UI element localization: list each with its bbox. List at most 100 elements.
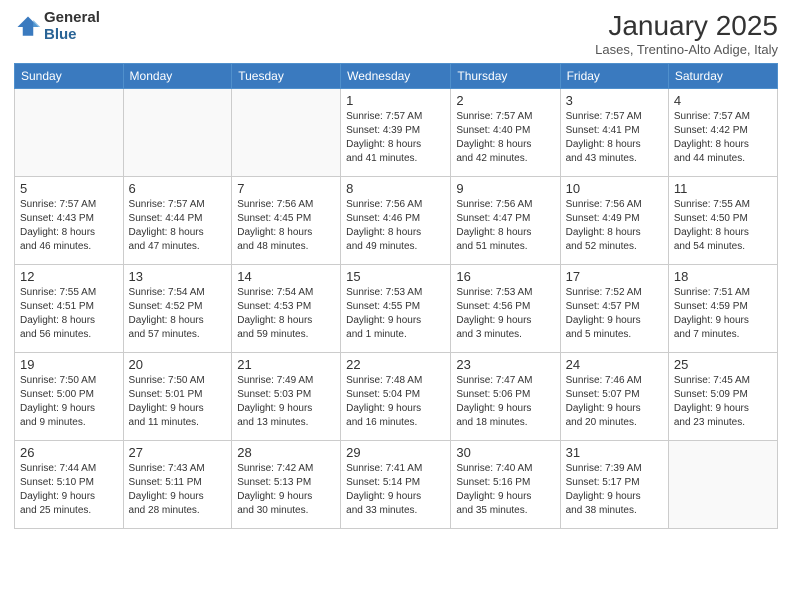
calendar-cell: 15 Sunrise: 7:53 AM Sunset: 4:55 PM Dayli…	[341, 265, 451, 353]
day-detail: Sunrise: 7:55 AM Sunset: 4:50 PM Dayligh…	[674, 198, 772, 254]
calendar-cell: 18 Sunrise: 7:51 AM Sunset: 4:59 PM Dayli…	[668, 265, 777, 353]
day-number: 2	[456, 93, 554, 108]
calendar-cell	[123, 89, 232, 177]
logo-icon	[14, 13, 42, 41]
day-number: 21	[237, 357, 335, 372]
day-number: 25	[674, 357, 772, 372]
calendar-cell: 12 Sunrise: 7:55 AM Sunset: 4:51 PM Dayli…	[15, 265, 124, 353]
weekday-header-friday: Friday	[560, 64, 668, 89]
day-number: 29	[346, 445, 445, 460]
calendar-cell: 3 Sunrise: 7:57 AM Sunset: 4:41 PM Daylig…	[560, 89, 668, 177]
day-detail: Sunrise: 7:56 AM Sunset: 4:47 PM Dayligh…	[456, 198, 554, 254]
day-number: 30	[456, 445, 554, 460]
day-number: 27	[129, 445, 227, 460]
weekday-header-sunday: Sunday	[15, 64, 124, 89]
day-number: 6	[129, 181, 227, 196]
weekday-header-tuesday: Tuesday	[232, 64, 341, 89]
calendar-cell: 11 Sunrise: 7:55 AM Sunset: 4:50 PM Dayli…	[668, 177, 777, 265]
day-detail: Sunrise: 7:50 AM Sunset: 5:01 PM Dayligh…	[129, 374, 227, 430]
day-detail: Sunrise: 7:49 AM Sunset: 5:03 PM Dayligh…	[237, 374, 335, 430]
day-detail: Sunrise: 7:53 AM Sunset: 4:56 PM Dayligh…	[456, 286, 554, 342]
calendar-cell: 26 Sunrise: 7:44 AM Sunset: 5:10 PM Dayli…	[15, 441, 124, 529]
logo-text: General Blue	[44, 10, 100, 43]
day-detail: Sunrise: 7:52 AM Sunset: 4:57 PM Dayligh…	[566, 286, 663, 342]
day-number: 15	[346, 269, 445, 284]
day-detail: Sunrise: 7:57 AM Sunset: 4:40 PM Dayligh…	[456, 110, 554, 166]
day-number: 16	[456, 269, 554, 284]
weekday-header-wednesday: Wednesday	[341, 64, 451, 89]
day-detail: Sunrise: 7:55 AM Sunset: 4:51 PM Dayligh…	[20, 286, 118, 342]
day-number: 10	[566, 181, 663, 196]
day-detail: Sunrise: 7:44 AM Sunset: 5:10 PM Dayligh…	[20, 462, 118, 518]
calendar-cell: 16 Sunrise: 7:53 AM Sunset: 4:56 PM Dayli…	[451, 265, 560, 353]
day-number: 24	[566, 357, 663, 372]
calendar-cell: 1Sunrise: 7:57 AM Sunset: 4:39 PM Daylig…	[341, 89, 451, 177]
day-number: 5	[20, 181, 118, 196]
day-detail: Sunrise: 7:43 AM Sunset: 5:11 PM Dayligh…	[129, 462, 227, 518]
day-number: 20	[129, 357, 227, 372]
calendar-cell: 28 Sunrise: 7:42 AM Sunset: 5:13 PM Dayli…	[232, 441, 341, 529]
day-number: 26	[20, 445, 118, 460]
logo-general-label: General	[44, 10, 100, 27]
day-detail: Sunrise: 7:45 AM Sunset: 5:09 PM Dayligh…	[674, 374, 772, 430]
calendar-cell: 9 Sunrise: 7:56 AM Sunset: 4:47 PM Daylig…	[451, 177, 560, 265]
day-detail: Sunrise: 7:57 AM Sunset: 4:42 PM Dayligh…	[674, 110, 772, 166]
day-number: 19	[20, 357, 118, 372]
logo-blue-label: Blue	[44, 27, 100, 44]
day-number: 17	[566, 269, 663, 284]
day-detail: Sunrise: 7:56 AM Sunset: 4:45 PM Dayligh…	[237, 198, 335, 254]
day-detail: Sunrise: 7:47 AM Sunset: 5:06 PM Dayligh…	[456, 374, 554, 430]
calendar-cell: 21 Sunrise: 7:49 AM Sunset: 5:03 PM Dayli…	[232, 353, 341, 441]
calendar-cell: 10 Sunrise: 7:56 AM Sunset: 4:49 PM Dayli…	[560, 177, 668, 265]
week-row-2: 5 Sunrise: 7:57 AM Sunset: 4:43 PM Daylig…	[15, 177, 778, 265]
day-number: 18	[674, 269, 772, 284]
month-title: January 2025	[595, 10, 778, 42]
day-number: 22	[346, 357, 445, 372]
weekday-header-saturday: Saturday	[668, 64, 777, 89]
calendar-cell: 4Sunrise: 7:57 AM Sunset: 4:42 PM Daylig…	[668, 89, 777, 177]
day-number: 3	[566, 93, 663, 108]
calendar-cell: 23 Sunrise: 7:47 AM Sunset: 5:06 PM Dayli…	[451, 353, 560, 441]
week-row-3: 12 Sunrise: 7:55 AM Sunset: 4:51 PM Dayli…	[15, 265, 778, 353]
day-number: 11	[674, 181, 772, 196]
weekday-header-monday: Monday	[123, 64, 232, 89]
day-number: 31	[566, 445, 663, 460]
calendar-cell: 20 Sunrise: 7:50 AM Sunset: 5:01 PM Dayli…	[123, 353, 232, 441]
page: General Blue January 2025 Lases, Trentin…	[0, 0, 792, 543]
calendar-cell: 19 Sunrise: 7:50 AM Sunset: 5:00 PM Dayli…	[15, 353, 124, 441]
week-row-5: 26 Sunrise: 7:44 AM Sunset: 5:10 PM Dayli…	[15, 441, 778, 529]
calendar-cell: 25 Sunrise: 7:45 AM Sunset: 5:09 PM Dayli…	[668, 353, 777, 441]
day-number: 23	[456, 357, 554, 372]
day-detail: Sunrise: 7:51 AM Sunset: 4:59 PM Dayligh…	[674, 286, 772, 342]
day-detail: Sunrise: 7:42 AM Sunset: 5:13 PM Dayligh…	[237, 462, 335, 518]
calendar-cell: 24 Sunrise: 7:46 AM Sunset: 5:07 PM Dayli…	[560, 353, 668, 441]
day-detail: Sunrise: 7:57 AM Sunset: 4:43 PM Dayligh…	[20, 198, 118, 254]
calendar-cell: 6Sunrise: 7:57 AM Sunset: 4:44 PM Daylig…	[123, 177, 232, 265]
calendar-cell: 8 Sunrise: 7:56 AM Sunset: 4:46 PM Daylig…	[341, 177, 451, 265]
day-number: 13	[129, 269, 227, 284]
day-number: 12	[20, 269, 118, 284]
calendar-table: SundayMondayTuesdayWednesdayThursdayFrid…	[14, 63, 778, 529]
header: General Blue January 2025 Lases, Trentin…	[14, 10, 778, 57]
calendar-cell	[668, 441, 777, 529]
calendar-cell: 13 Sunrise: 7:54 AM Sunset: 4:52 PM Dayli…	[123, 265, 232, 353]
day-detail: Sunrise: 7:48 AM Sunset: 5:04 PM Dayligh…	[346, 374, 445, 430]
weekday-header-row: SundayMondayTuesdayWednesdayThursdayFrid…	[15, 64, 778, 89]
calendar-cell: 30Sunrise: 7:40 AM Sunset: 5:16 PM Dayli…	[451, 441, 560, 529]
day-number: 28	[237, 445, 335, 460]
day-detail: Sunrise: 7:54 AM Sunset: 4:52 PM Dayligh…	[129, 286, 227, 342]
day-detail: Sunrise: 7:56 AM Sunset: 4:46 PM Dayligh…	[346, 198, 445, 254]
calendar-cell: 14Sunrise: 7:54 AM Sunset: 4:53 PM Dayli…	[232, 265, 341, 353]
calendar-cell: 22 Sunrise: 7:48 AM Sunset: 5:04 PM Dayli…	[341, 353, 451, 441]
day-detail: Sunrise: 7:50 AM Sunset: 5:00 PM Dayligh…	[20, 374, 118, 430]
calendar-cell: 7Sunrise: 7:56 AM Sunset: 4:45 PM Daylig…	[232, 177, 341, 265]
day-detail: Sunrise: 7:53 AM Sunset: 4:55 PM Dayligh…	[346, 286, 445, 342]
day-number: 8	[346, 181, 445, 196]
day-detail: Sunrise: 7:57 AM Sunset: 4:41 PM Dayligh…	[566, 110, 663, 166]
calendar-cell: 17 Sunrise: 7:52 AM Sunset: 4:57 PM Dayli…	[560, 265, 668, 353]
day-number: 9	[456, 181, 554, 196]
calendar-cell: 31Sunrise: 7:39 AM Sunset: 5:17 PM Dayli…	[560, 441, 668, 529]
day-detail: Sunrise: 7:46 AM Sunset: 5:07 PM Dayligh…	[566, 374, 663, 430]
day-detail: Sunrise: 7:56 AM Sunset: 4:49 PM Dayligh…	[566, 198, 663, 254]
calendar-cell: 27 Sunrise: 7:43 AM Sunset: 5:11 PM Dayli…	[123, 441, 232, 529]
